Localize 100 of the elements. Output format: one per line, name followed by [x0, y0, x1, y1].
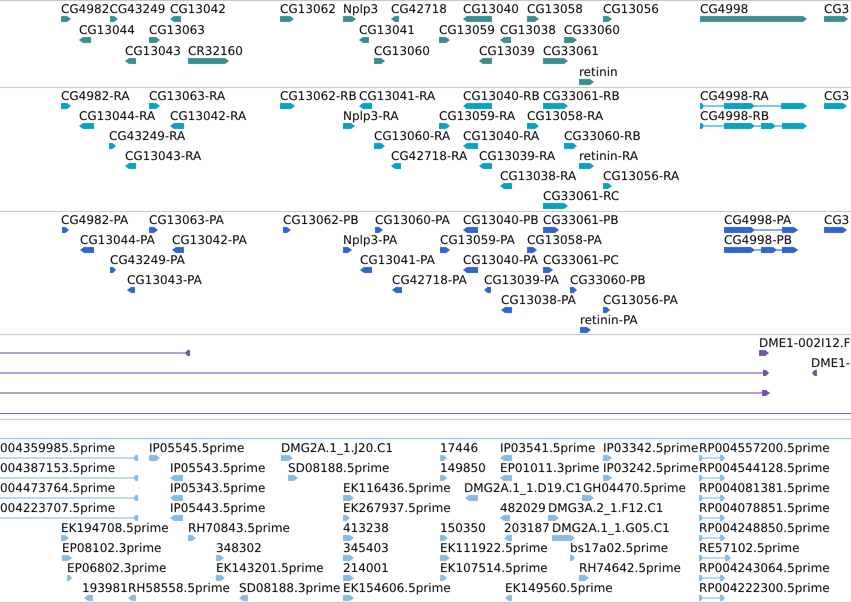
feature-label: CG13043 [125, 44, 181, 58]
feature-label: CG13062 [280, 2, 336, 16]
feature-label: IP05545.5prime [149, 442, 244, 454]
feature-label: CG13040-PB [463, 214, 539, 226]
feature-label: CG13042-PA [172, 234, 247, 246]
feature-label: DME1-002I12.F [759, 336, 851, 350]
feature-label: CG13040 [463, 2, 519, 16]
feature-label: CG4998-RA [700, 90, 769, 102]
feature-label: CG42718-PA [392, 274, 467, 286]
feature-label: EK111922.5prime [440, 542, 548, 554]
feature-label: CG3 [824, 90, 850, 102]
feature-label: 004473764.5prime [0, 482, 116, 494]
feature-label: CG13059-RA [439, 110, 516, 122]
feature-label: Nplp3-RA [343, 110, 399, 122]
feature-label: EP08102.3prime [62, 542, 162, 554]
feature-label: EK267937.5prime [343, 502, 451, 514]
feature-label: RP004544128.5prime [699, 462, 830, 474]
feature-label: CG4998-RB [700, 110, 770, 122]
feature-label: CG13062-PB [283, 214, 359, 226]
feature-label: IP03541.5prime [500, 442, 596, 454]
feature-label: CG4998-PA [724, 214, 792, 226]
feature-label: CG13039-PA [484, 274, 559, 286]
feature-label: CG13056-RA [603, 170, 680, 182]
feature-label: RH74642.5prime [579, 562, 681, 574]
feature-label: CG13063-RA [149, 90, 226, 102]
feature-label: CG42718 [391, 2, 447, 16]
feature-label: CG13039-RA [479, 150, 556, 162]
feature-label: CG33061-RC [543, 190, 620, 202]
feature-label: CG3 [824, 214, 850, 226]
feature-label: IP03242.5prime [603, 462, 698, 474]
feature-label: CG13063 [149, 24, 205, 36]
feature-label: 004223707.5prime [0, 502, 116, 514]
feature-label: retinin-PA [580, 314, 638, 326]
feature-label: CG13063-PA [149, 214, 224, 226]
feature-label: 17446 [440, 442, 478, 454]
feature-label: DMG3A.2_1.F12.C1 [548, 502, 664, 514]
feature-label: CG13040-RA [463, 130, 540, 142]
feature-label: CG13058-RA [527, 110, 604, 122]
feature-label: SD08188.5prime [288, 462, 390, 474]
feature-label: IP05343.5prime [170, 482, 266, 494]
feature-label: CG13056-PA [603, 294, 678, 306]
feature-label: CG4998-PB [724, 234, 792, 246]
feature-label: CG13043-RA [125, 150, 202, 162]
feature-label: 193981 [82, 582, 128, 594]
feature-label: EK116436.5prime [343, 482, 451, 494]
feature-label: CG13041-PA [360, 254, 435, 266]
feature-label: IP03342.5prime [603, 442, 698, 454]
feature-label: CG13043-PA [127, 274, 202, 286]
feature-label: 149850 [440, 462, 486, 474]
feature-label: CG42718-RA [391, 150, 468, 162]
feature-label: CG13038-PA [501, 294, 576, 306]
feature-label: Nplp3 [343, 2, 378, 16]
feature-label: RP004081381.5prime [699, 482, 830, 494]
feature-label: DMG2A.1_1.G05.C1 [552, 522, 670, 534]
feature-label: RP004248850.5prime [699, 522, 830, 534]
feature-label: CG13044-PA [80, 234, 155, 246]
feature-label: EK107514.5prime [440, 562, 548, 574]
feature-label: CG43249 [110, 2, 166, 16]
feature-label: 345403 [343, 542, 389, 554]
feature-label: CG13040-PA [463, 254, 538, 266]
feature-label: RH70843.5prime [188, 522, 290, 534]
feature-label: GH04470.5prime [583, 482, 686, 494]
feature-label: 214001 [343, 562, 389, 574]
feature-label: CG13042 [170, 2, 226, 16]
feature-label: EK149560.5prime [505, 582, 613, 594]
feature-label: CG43249-RA [109, 130, 186, 142]
feature-label: CG33061 [543, 44, 599, 58]
feature-label: CG13059 [439, 24, 495, 36]
feature-label: retinin-RA [579, 150, 638, 162]
feature-label: 004387153.5prime [0, 462, 116, 474]
feature-label: CG4998 [700, 2, 748, 16]
feature-label: CG4982 [61, 2, 110, 16]
feature-label: IP05443.5prime [170, 502, 266, 514]
feature-label: CG13041 [359, 24, 415, 36]
feature-label: RP004557200.5prime [699, 442, 830, 454]
feature-label: EP06802.3prime [67, 562, 166, 574]
feature-label: CG13041-RA [359, 90, 436, 102]
feature-label: CG13040-RB [463, 90, 540, 102]
feature-label: CG13062-RB [280, 90, 357, 102]
feature-label: CG33061-PC [543, 254, 619, 266]
feature-label: 348302 [216, 542, 262, 554]
feature-label: CG33060 [564, 24, 620, 36]
feature-label: CG33061-PB [543, 214, 619, 226]
feature-label: CG13044-RA [79, 110, 156, 122]
feature-label: CG4982-PA [61, 214, 128, 226]
feature-label: EK143201.5prime [216, 562, 324, 574]
feature-label: DMG2A.1_1.J20.C1 [281, 442, 394, 454]
feature-label: CG13038-RA [500, 170, 576, 182]
feature-label: CG33060-RB [564, 130, 641, 142]
feature-label: 150350 [440, 522, 486, 534]
feature-label: CG13056 [603, 2, 659, 16]
feature-label: RP004222300.5prime [699, 582, 830, 594]
feature-label: CG13060-RA [374, 130, 450, 142]
feature-label: DME1- [811, 356, 850, 370]
feature-label: CG13044 [79, 24, 135, 36]
feature-label: EK154606.5prime [343, 582, 451, 594]
feature-label: RE57102.5prime [699, 542, 800, 554]
feature-label: CG13060-PA [375, 214, 450, 226]
feature-label: bs17a02.5prime [570, 542, 668, 554]
feature-label: Nplp3-PA [343, 234, 398, 246]
